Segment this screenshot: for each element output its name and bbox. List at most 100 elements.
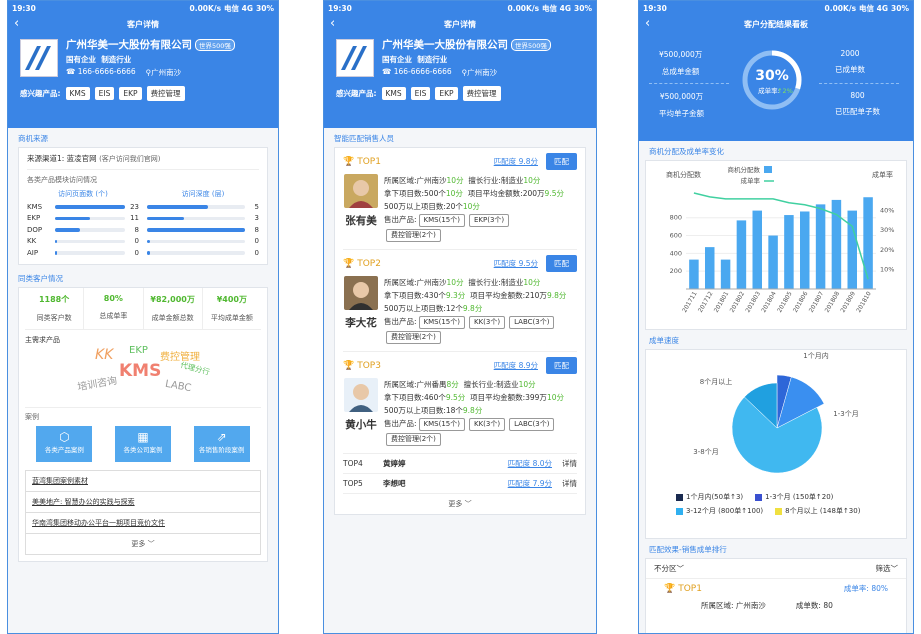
box-icon: ⬡ [59,429,70,444]
bar [815,204,826,289]
y-axis-label-left: 商机分配数 [666,170,701,179]
region-filter[interactable]: 不分区﹀ [654,563,684,574]
building-icon: ▦ [137,429,149,444]
sales-rank-item: 🏆 TOP2 匹配度 9.5分 匹配 李大花 所属区域:广州南沙10分 擅长行业:制造… [343,250,577,352]
case-link[interactable]: 蓝湾集团案例素材 [25,470,261,492]
match-card: 🏆 TOP1 匹配度 9.8分 匹配 张有美 所属区域:广州南沙10分 擅长行业:制造… [334,147,586,515]
case-link[interactable]: 美美地产: 智慧办公的实践与探索 [25,491,261,513]
interest-tags: 感兴趣产品: KMS EIS EKP 费控管理 [336,86,584,101]
nav-bar: ‹ 客户详情 [8,15,278,33]
section-title-ranking: 匹配效果-销售成单排行 [649,545,727,554]
ranking-card: 不分区﹀ 筛选﹀ 🏆 TOP1 成单率: 80% 所属区域: 广州南沙 成单数: 8… [645,558,907,633]
interest-tag[interactable]: EIS [94,87,115,100]
section-title-trend: 商机分配及成单率变化 [649,147,724,156]
company-type: 国有企业 [66,55,96,64]
match-button[interactable]: 匹配 [546,255,577,272]
interest-tag[interactable]: KMS [381,87,406,100]
pages-bars: 访问页面数 (个) KMS 23 EKP 11 DOP 8 KK 0 AIP 0 [27,190,139,257]
bar [705,247,715,289]
filter-button[interactable]: 筛选﹀ [876,563,899,574]
company-logo-icon [336,38,374,77]
y-tick-label-right: 40% [880,207,894,215]
interest-tag[interactable]: 费控管理 [462,86,501,101]
y-tick-label: 200 [670,267,682,275]
legend-line-label: 成单率 [741,176,761,185]
trend-icon: ⇗ [216,429,227,444]
company-header: 广州华美一大股份有限公司 世界500强 国有企业 制造行业 ☎ 166-6666-… [8,33,278,128]
trophy-icon: 🏆 [343,156,355,167]
bar [689,259,699,289]
y-tick-label-right: 10% [880,265,894,273]
avatar [344,174,378,208]
depth-bars: 访问深度 (层) 5 3 8 0 0 [147,189,259,259]
speed-chart: 1个月内 1-3个月 3-8个月 8个月以上 1个月内(50单↑3) 1-3个月 (1… [645,349,907,539]
kpi-won: 2000 已成单数 [835,49,865,74]
phone-sales-match: 19:30 0.00K/s 电信 4G 30% ‹ 客户详情 广州华美一大股份有限公司世… [323,0,597,634]
legend-item: 3-12个月 (800单↑100) [676,506,763,516]
more-button[interactable]: 更多 ﹀ [25,533,261,555]
phone-customer-detail: 19:30 0.00K/s 电信 4G 30% ‹ 客户详情 广州华美一大股份有限公司世… [7,0,279,634]
y-tick-label: 600 [670,232,682,240]
company-name: 广州华美一大股份有限公司 [66,39,192,51]
phone-number[interactable]: ☎ 166-6666-6666 [66,67,136,78]
kpi-header: ¥500,000万 总成单金额 ¥500,000万 平均单子金额 2000 已成单数 … [639,33,913,141]
case-title: 案例 [25,406,261,422]
y-tick-label: 400 [670,249,682,257]
company-header: 广州华美一大股份有限公司 世界500强 国有企业 制造行业 ☎ 166-6666-… [324,33,596,128]
sales-rank-row[interactable]: TOP5 李想吧 匹配度 7.9分 详情 [343,474,577,494]
company-logo-icon [20,38,58,77]
trophy-icon: 🏆 [664,583,676,594]
page-title: 客户详情 [444,19,476,29]
bar [847,210,857,289]
back-icon[interactable]: ‹ [330,16,335,32]
legend-item: 1-3个月 (150单↑20) [755,492,833,502]
interest-tag[interactable]: EKP [435,87,458,100]
slice-label: 3-8个月 [693,448,718,456]
word-cloud: KK EKP 费控管理 KMS 培训咨询 LABC 代理分行 [76,344,211,394]
trophy-icon: 🏆 [343,258,355,269]
case-stage-button[interactable]: ⇗ 各销售阶段案例 [193,425,250,462]
interest-tag[interactable]: KMS [65,87,90,100]
interest-tag[interactable]: 费控管理 [146,86,185,101]
x-tick-label: 201810 [855,290,873,313]
nav-bar: ‹ 客户详情 [324,15,596,33]
back-icon[interactable]: ‹ [645,16,650,32]
bar [752,210,762,289]
svg-text:30%: 30% [755,68,789,84]
interest-tag[interactable]: EIS [410,87,431,100]
case-product-button[interactable]: ⬡ 各类产品案例 [36,425,93,462]
stat-item: ¥82,000万 成单金额总数 [144,287,203,329]
case-company-button[interactable]: ▦ 各类公司案例 [114,425,171,462]
interest-tag[interactable]: EKP [119,87,142,100]
y-axis-label-right: 成单率 [872,170,893,179]
section-title-source: 商机来源 [18,134,48,143]
bar [720,259,731,289]
legend-bar-label: 商机分配数 [728,165,761,174]
slice-label: 1-3个月 [833,410,858,418]
chevron-down-icon: ﹀ [464,500,472,508]
match-button[interactable]: 匹配 [546,357,577,374]
sales-rank-row[interactable]: TOP4 黄婷婷 匹配度 8.0分 详情 [343,454,577,474]
visit-title: 各类产品模块访问情况 [27,176,97,184]
bar [784,215,794,289]
bar [863,197,873,289]
avatar [344,378,378,412]
case-link[interactable]: 华南湾集团移动办公平台一期项目竞价文件 [25,512,261,534]
stat-item: 80% 总成单率 [84,287,144,329]
chevron-down-icon: ﹀ [147,539,155,548]
more-button[interactable]: 更多 ﹀ [343,494,577,514]
legend-bar-swatch [764,166,772,173]
y-tick-label: 800 [670,214,682,222]
kpi-average: ¥500,000万 平均单子金额 [659,92,704,118]
match-button[interactable]: 匹配 [546,153,577,170]
fortune500-badge: 世界500强 [195,38,235,51]
back-icon[interactable]: ‹ [14,16,19,32]
section-title-match: 智能匹配销售人员 [334,134,394,143]
avatar [344,276,378,310]
nav-bar: ‹ 客户分配结果看板 [639,15,913,33]
location: ⚲广州南沙 [145,68,182,77]
bar [736,220,747,289]
bar [800,211,810,289]
stat-item: ¥400万 平均成单金额 [210,294,253,322]
phone-number[interactable]: ☎ 166-6666-6666 [382,67,452,78]
